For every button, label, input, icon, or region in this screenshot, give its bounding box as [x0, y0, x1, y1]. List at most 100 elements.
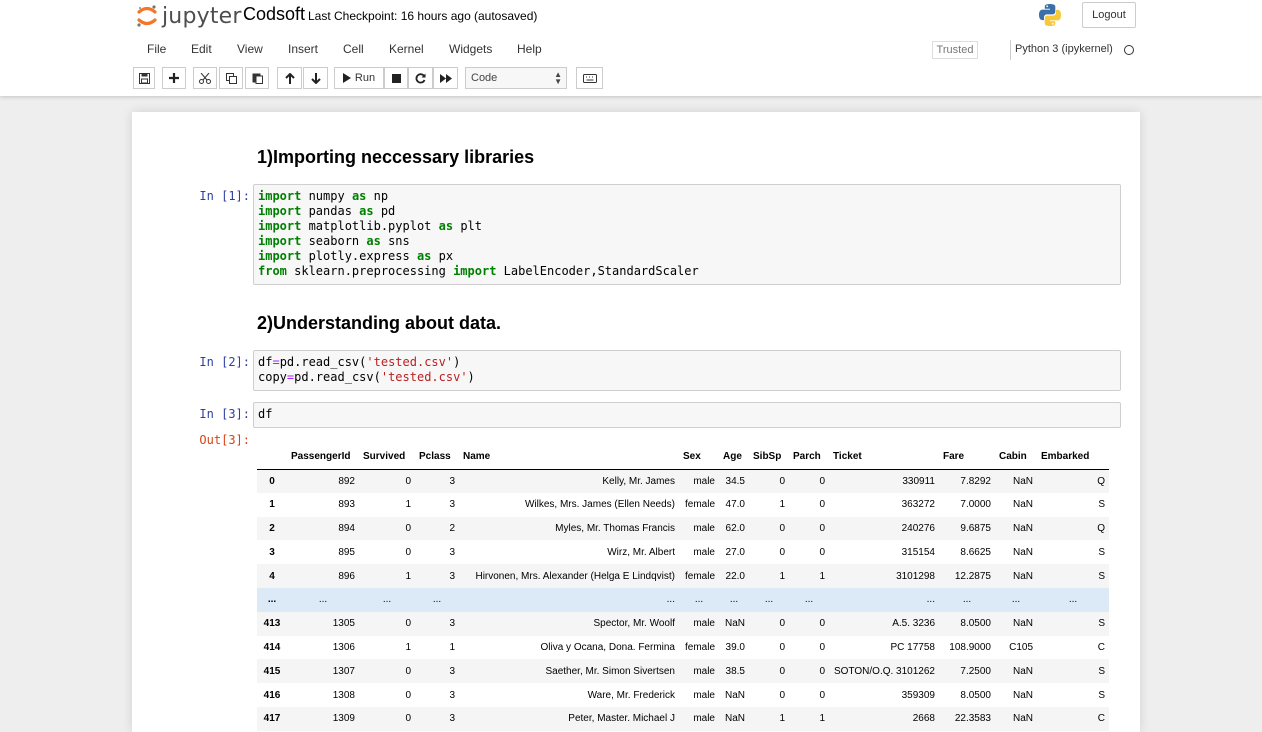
table-cell: 1	[779, 499, 785, 511]
table-cell: male	[693, 522, 715, 534]
code-cell-2[interactable]: df=pd.read_csv('tested.csv') copy=pd.rea…	[253, 350, 1121, 391]
table-cell: 3	[449, 618, 455, 630]
logout-button[interactable]: Logout	[1082, 2, 1136, 28]
table-cell: 34.5	[725, 475, 745, 487]
restart-run-all-button[interactable]	[433, 67, 458, 89]
row-index: 414	[263, 641, 281, 653]
table-cell: 0	[405, 713, 411, 725]
column-header: Ticket	[829, 445, 939, 470]
command-palette-button[interactable]	[576, 67, 603, 89]
table-cell: 1	[779, 713, 785, 725]
table-cell: Q	[1097, 475, 1105, 487]
table-cell: 62.0	[725, 522, 745, 534]
input-prompt-2: In [2]:	[199, 355, 250, 369]
markdown-heading-2[interactable]: 2)Understanding about data.	[257, 313, 501, 334]
menu-insert[interactable]: Insert	[288, 42, 318, 56]
column-header: Sex	[679, 445, 719, 470]
menu-file[interactable]: File	[147, 42, 166, 56]
plus-icon	[169, 73, 179, 83]
run-label: Run	[354, 72, 376, 84]
table-cell: ...	[729, 594, 739, 606]
table-cell: Peter, Master. Michael J	[568, 713, 675, 725]
menu-cell[interactable]: Cell	[343, 42, 364, 56]
table-cell: NaN	[1012, 570, 1033, 582]
save-button[interactable]	[133, 67, 155, 89]
table-cell: NaN	[1012, 713, 1033, 725]
menu-edit[interactable]: Edit	[191, 42, 212, 56]
table-cell: 0	[405, 522, 411, 534]
table-cell: 7.2500	[960, 665, 991, 677]
move-up-button[interactable]	[277, 67, 302, 89]
table-cell: NaN	[1012, 546, 1033, 558]
menu-help[interactable]: Help	[517, 42, 542, 56]
table-cell: Q	[1097, 522, 1105, 534]
table-cell: 1	[405, 570, 411, 582]
paste-button[interactable]	[245, 67, 269, 89]
row-index: ...	[267, 594, 277, 606]
restart-button[interactable]	[408, 67, 433, 89]
table-cell: 108.9000	[949, 641, 991, 653]
column-header: Survived	[359, 445, 415, 470]
table-cell: S	[1098, 618, 1105, 630]
table-cell: 38.5	[725, 665, 745, 677]
table-cell: male	[693, 618, 715, 630]
table-cell: 1306	[332, 641, 355, 653]
table-cell: ...	[666, 594, 675, 606]
menu-view[interactable]: View	[237, 42, 263, 56]
table-cell: 330911	[902, 475, 935, 487]
table-cell: C105	[1009, 641, 1033, 653]
trusted-indicator[interactable]: Trusted	[932, 41, 978, 59]
code-cell-3-text: df	[258, 407, 273, 421]
table-cell: Myles, Mr. Thomas Francis	[555, 522, 675, 534]
insert-cell-button[interactable]	[162, 67, 186, 89]
table-cell: ...	[926, 594, 935, 606]
notebook-name[interactable]: Codsoft	[243, 4, 305, 25]
paste-icon	[252, 73, 263, 84]
output-prompt-3: Out[3]:	[199, 433, 250, 447]
table-cell: 892	[338, 475, 355, 487]
table-cell: S	[1098, 689, 1105, 701]
kernel-divider	[1010, 40, 1011, 60]
table-cell: male	[693, 665, 715, 677]
code-cell-3[interactable]: df	[253, 402, 1121, 428]
interrupt-button[interactable]	[384, 67, 408, 89]
table-cell: NaN	[1012, 689, 1033, 701]
jupyter-logo[interactable]: jupyter	[136, 3, 242, 29]
table-cell: 2	[449, 522, 455, 534]
menu-widgets[interactable]: Widgets	[449, 42, 492, 56]
table-cell: A.5. 3236	[892, 618, 935, 630]
code-cell-1[interactable]: import numpy as np import pandas as pd i…	[253, 184, 1121, 285]
table-cell: 7.0000	[960, 499, 991, 511]
table-cell: 0	[779, 665, 785, 677]
table-cell: NaN	[1012, 522, 1033, 534]
column-header: PassengerId	[287, 445, 359, 470]
jupyter-logo-icon	[136, 4, 158, 28]
run-button[interactable]: Run	[334, 67, 384, 89]
cell-type-select[interactable]: Code ▲ ▼	[465, 67, 567, 89]
table-cell: Kelly, Mr. James	[602, 475, 675, 487]
cut-button[interactable]	[193, 67, 217, 89]
copy-button[interactable]	[219, 67, 243, 89]
table-cell: 22.3583	[954, 713, 991, 725]
column-header: Fare	[939, 445, 995, 470]
kernel-name[interactable]: Python 3 (ipykernel)	[1015, 43, 1113, 55]
table-cell: Hirvonen, Mrs. Alexander (Helga E Lindqv…	[475, 570, 675, 582]
table-cell: 240276	[901, 522, 935, 534]
table-cell: 0	[819, 641, 825, 653]
table-cell: 7.8292	[960, 475, 991, 487]
table-cell: 893	[338, 499, 355, 511]
table-cell: 315154	[901, 546, 935, 558]
markdown-heading-1[interactable]: 1)Importing neccessary libraries	[257, 147, 534, 168]
table-cell: ...	[804, 594, 814, 606]
table-cell: 9.6875	[960, 522, 991, 534]
table-cell: 363272	[901, 499, 935, 511]
table-cell: S	[1098, 570, 1105, 582]
cell-type-value: Code	[471, 72, 498, 84]
menu-kernel[interactable]: Kernel	[389, 42, 424, 56]
move-down-button[interactable]	[303, 67, 328, 89]
table-cell: NaN	[724, 618, 745, 630]
table-cell: NaN	[724, 689, 745, 701]
table-cell: 0	[819, 689, 825, 701]
table-cell: 3	[449, 499, 455, 511]
table-cell: 359309	[901, 689, 935, 701]
